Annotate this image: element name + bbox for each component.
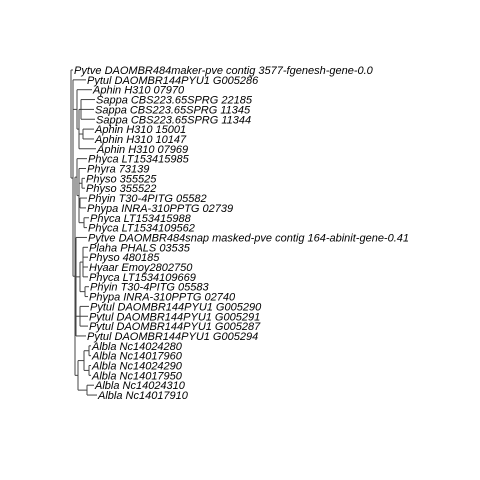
tree-svg: Pytve DAOMBR484maker-pve contig 3577-fge…	[70, 65, 409, 402]
leaf-label: Albla Nc14017910	[97, 390, 189, 402]
phylogenetic-tree: Pytve DAOMBR484maker-pve contig 3577-fge…	[0, 0, 480, 480]
